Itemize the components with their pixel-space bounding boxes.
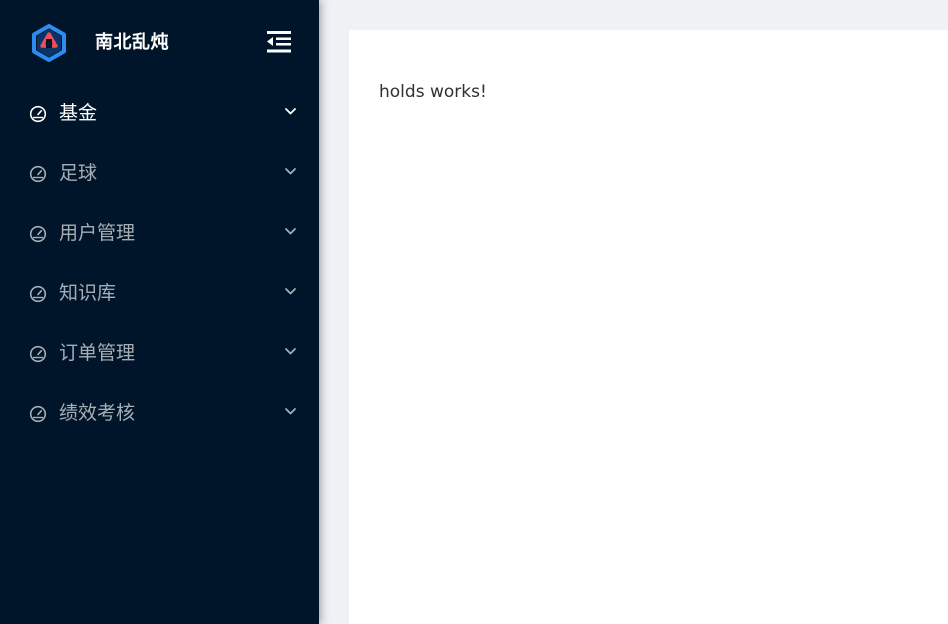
chevron-down-icon: [285, 168, 296, 175]
sidebar-item-fund[interactable]: 基金: [0, 84, 319, 144]
brand-name: 南北乱炖: [95, 32, 169, 53]
chevron-down-icon: [285, 408, 296, 415]
dashboard-icon: [29, 285, 47, 303]
sidebar-item-performance-review[interactable]: 绩效考核: [0, 384, 319, 444]
sidebar-item-label: 用户管理: [59, 222, 136, 244]
sidebar-menu: 基金 足球 用户管理 知识库 订单管理 绩效考核: [0, 84, 319, 444]
dashboard-icon: [29, 225, 47, 243]
sidebar-item-user-management[interactable]: 用户管理: [0, 204, 319, 264]
brand-header: 南北乱炖: [0, 0, 319, 84]
dashboard-icon: [29, 405, 47, 423]
sidebar: 南北乱炖 基金 足球 用户管理 知识库 订单管理 绩效考核: [0, 0, 319, 624]
sidebar-item-order-management[interactable]: 订单管理: [0, 324, 319, 384]
dashboard-icon: [29, 165, 47, 183]
chevron-down-icon: [285, 228, 296, 235]
sidebar-item-label: 订单管理: [59, 342, 136, 364]
sidebar-item-label: 基金: [59, 102, 98, 124]
app-layout: 南北乱炖 基金 足球 用户管理 知识库 订单管理 绩效考核 holds work…: [0, 0, 948, 624]
menu-fold-icon[interactable]: [266, 29, 292, 55]
hexagon-logo-icon[interactable]: [30, 24, 68, 62]
chevron-down-icon: [285, 348, 296, 355]
main-content: holds works!: [349, 30, 948, 624]
chevron-down-icon: [285, 288, 296, 295]
dashboard-icon: [29, 345, 47, 363]
dashboard-icon: [29, 105, 47, 123]
content-message: holds works!: [379, 82, 487, 102]
sidebar-item-football[interactable]: 足球: [0, 144, 319, 204]
sidebar-item-label: 知识库: [59, 282, 117, 304]
sidebar-item-label: 绩效考核: [59, 402, 136, 424]
sidebar-item-knowledge-base[interactable]: 知识库: [0, 264, 319, 324]
sidebar-item-label: 足球: [59, 162, 98, 184]
chevron-down-icon: [285, 108, 296, 115]
